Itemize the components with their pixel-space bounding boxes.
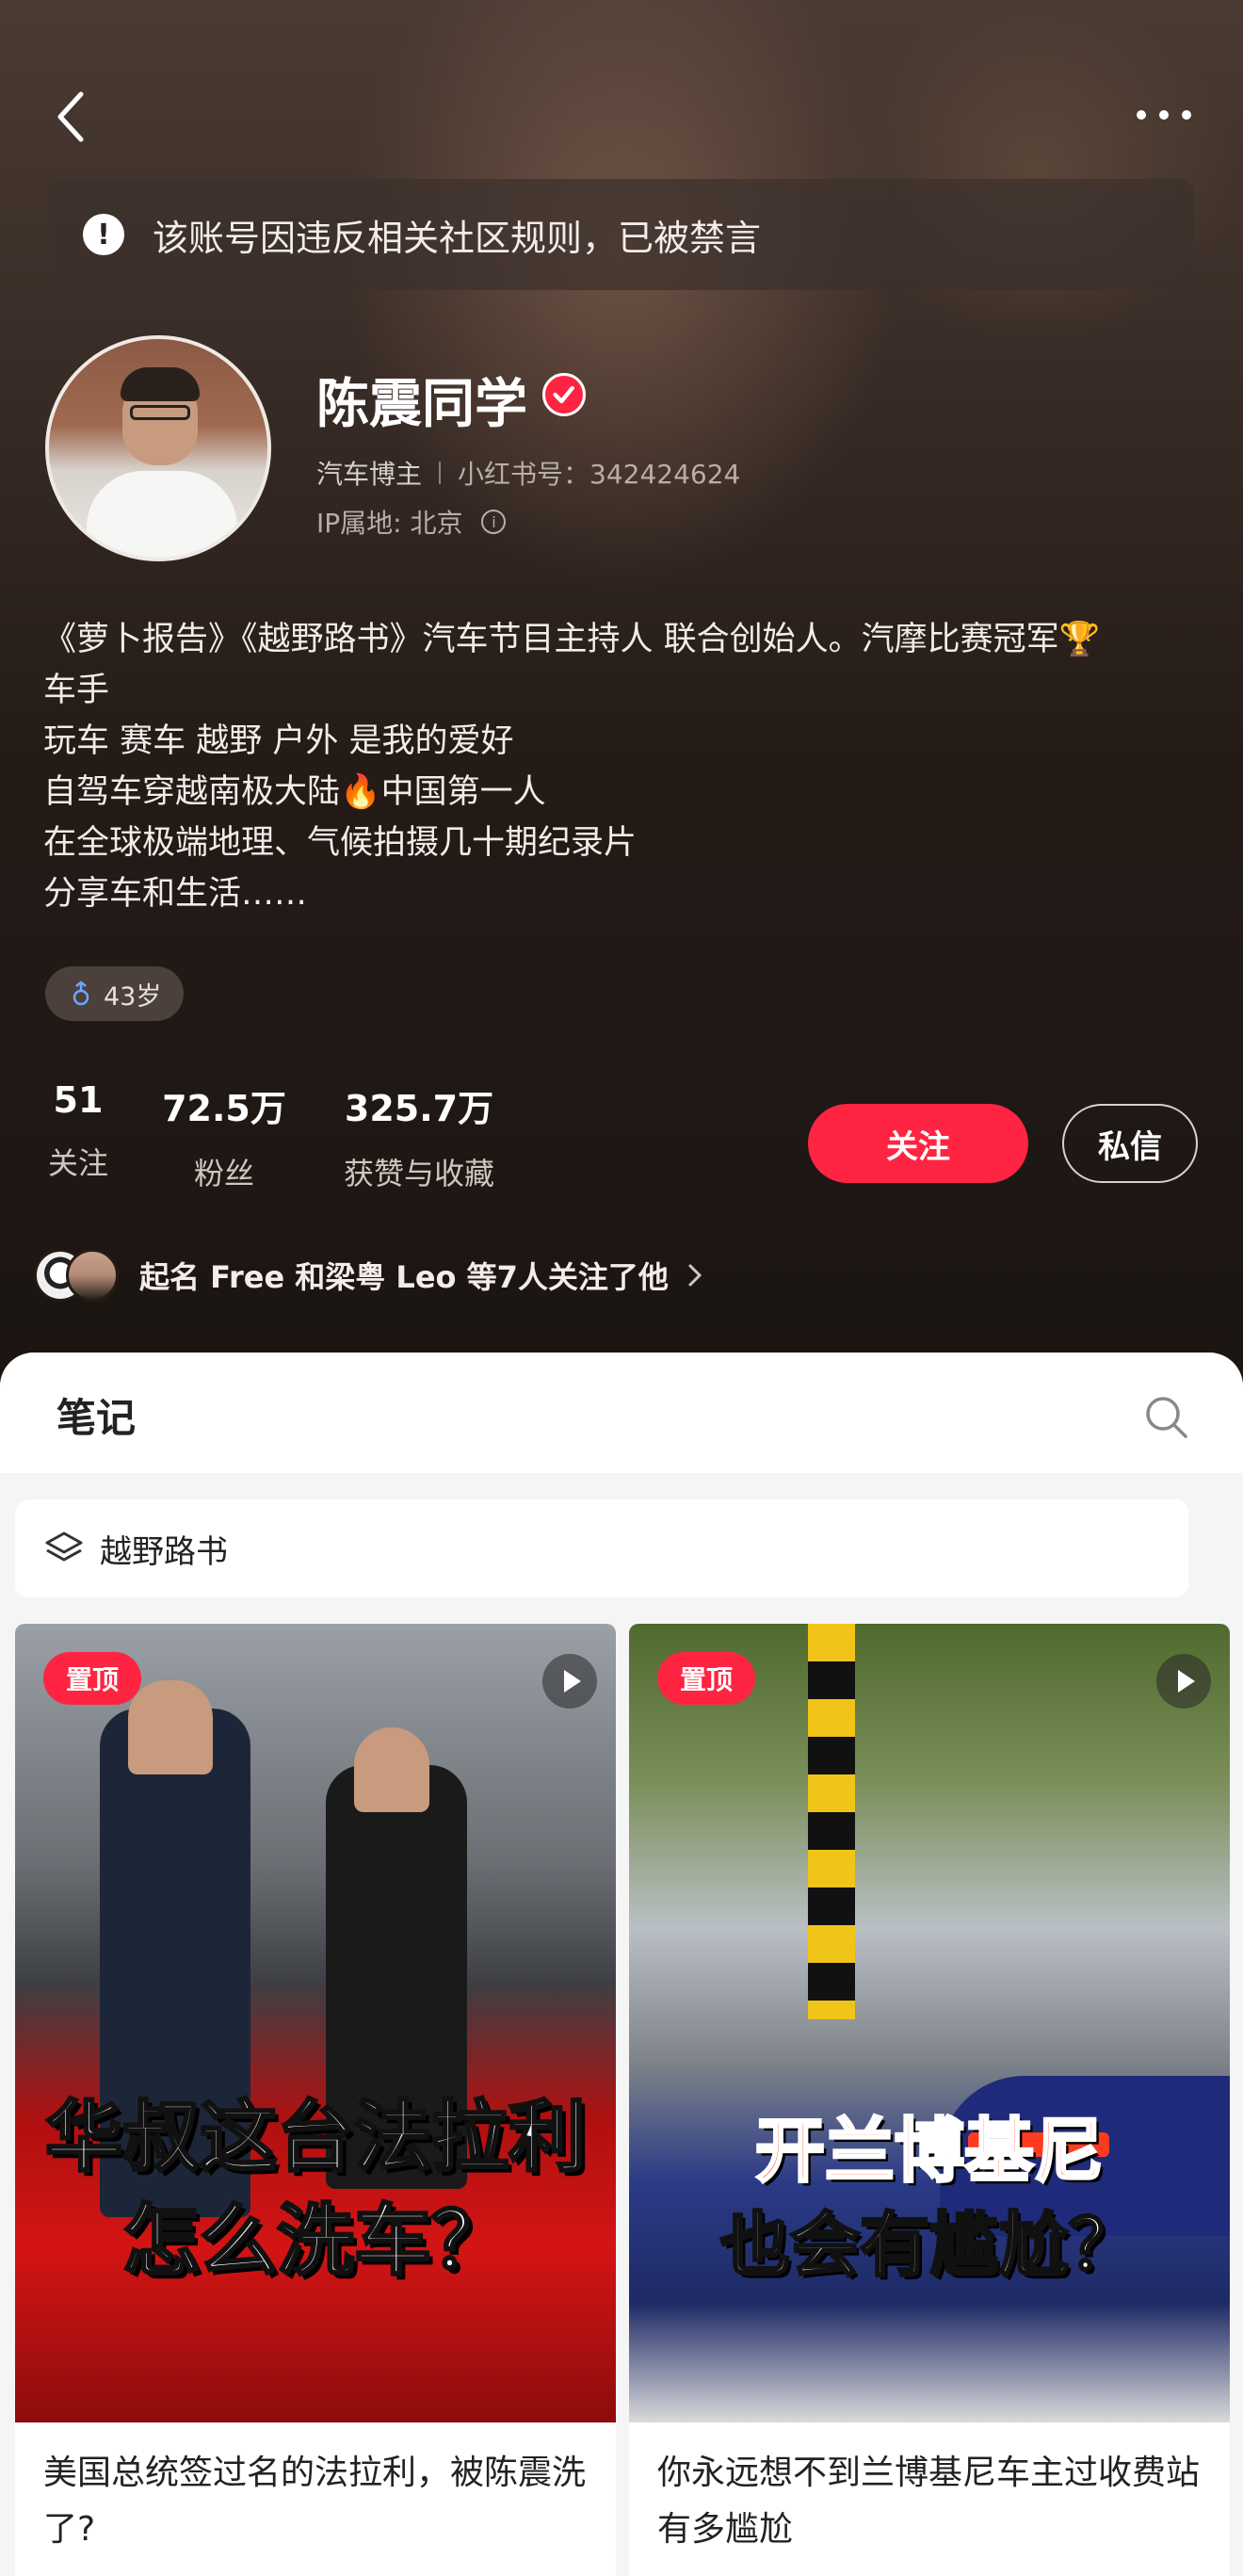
stat-label: 获赞与收藏 (343, 1156, 494, 1191)
back-icon[interactable] (49, 87, 94, 147)
stat-value: 72.5万 (162, 1088, 286, 1129)
search-icon[interactable] (1143, 1394, 1190, 1441)
age-text: 43岁 (104, 981, 162, 1012)
collection-label: 越野路书 (100, 1532, 228, 1571)
pinned-badge: 置顶 (657, 1652, 755, 1705)
bio-line: 分享车和生活…… (43, 875, 308, 913)
play-icon (1156, 1654, 1211, 1709)
ban-notice-banner: ! 该账号因违反相关社区规则，已被禁言 (49, 179, 1194, 290)
profile-bio: 《萝卜报告》《越野路书》汽车节目主持人 联合创始人。汽摩比赛冠军🏆 车手 玩车 … (43, 614, 1211, 919)
notes-sheet: 笔记 越野路书 置顶 华叔这台法拉利 怎么洗车？ 美国总统签过名的法拉利，被陈震… (0, 1353, 1243, 2576)
stat-following[interactable]: 51 关注 (45, 1079, 111, 1183)
info-icon[interactable]: i (481, 510, 507, 534)
stat-value: 325.7万 (344, 1088, 494, 1129)
mutual-followers[interactable]: 起名 Free 和梁粤 Leo 等7人关注了他 (34, 1241, 704, 1309)
tab-notes[interactable]: 笔记 (56, 1386, 136, 1444)
bio-line: 车手 (43, 672, 110, 709)
cover-caption: 开兰博基尼 (754, 2110, 1106, 2194)
ip-location: IP属地: 北京 (316, 508, 463, 539)
layers-icon (45, 1531, 83, 1562)
note-thumbnail: 置顶 华叔这台法拉利 怎么洗车？ (15, 1624, 616, 2422)
stat-followers[interactable]: 72.5万 粉丝 (158, 1079, 290, 1193)
stat-label: 粉丝 (193, 1156, 254, 1191)
note-title: 你永远想不到兰博基尼车主过收费站有多尴尬 (657, 2454, 1201, 2549)
verified-icon (542, 373, 586, 416)
avatar (66, 1249, 119, 1302)
cover-caption: 也会有尴尬？ (719, 2204, 1140, 2288)
alert-icon: ! (83, 214, 124, 255)
bio-line: 自驾车穿越南极大陆🔥中国第一人 (43, 773, 546, 811)
notes-tabbar: 笔记 (0, 1353, 1243, 1473)
note-card[interactable]: 置顶 开兰博基尼 也会有尴尬？ 你永远想不到兰博基尼车主过收费站有多尴尬 (629, 1624, 1230, 2576)
stat-likes-collects[interactable]: 325.7万 获赞与收藏 (331, 1079, 507, 1193)
profile-ip: IP属地: 北京 i (316, 503, 507, 541)
avatar[interactable] (45, 335, 271, 561)
profile-meta: 汽车博主 小红书号：342424624 (316, 454, 740, 492)
divider (439, 462, 442, 484)
note-thumbnail: 置顶 开兰博基尼 也会有尴尬？ (629, 1624, 1230, 2422)
cover-caption: 怎么洗车？ (121, 2195, 509, 2288)
age-tag: 43岁 (45, 966, 185, 1021)
pinned-badge: 置顶 (43, 1652, 141, 1705)
mutual-followers-text: 起名 Free 和梁粤 Leo 等7人关注了他 (139, 1259, 669, 1295)
cover-caption: 华叔这台法拉利 (43, 2092, 587, 2184)
note-title: 美国总统签过名的法拉利，被陈震洗了? (43, 2454, 587, 2549)
more-icon[interactable] (1134, 105, 1194, 124)
note-card[interactable]: 置顶 华叔这台法拉利 怎么洗车？ 美国总统签过名的法拉利，被陈震洗了? (15, 1624, 616, 2576)
follow-button[interactable]: 关注 (808, 1104, 1028, 1183)
profile-name: 陈震同学 (316, 374, 527, 435)
bio-line: 《萝卜报告》《越野路书》汽车节目主持人 联合创始人。汽摩比赛冠军🏆 (43, 621, 1101, 658)
collection-chip[interactable]: 越野路书 (15, 1499, 1188, 1597)
profile-role: 汽车博主 (316, 459, 423, 490)
chevron-right-icon (688, 1264, 702, 1287)
male-icon (73, 980, 89, 1006)
bio-line: 玩车 赛车 越野 户外 是我的爱好 (43, 722, 514, 760)
stat-value: 51 (53, 1079, 104, 1121)
play-icon (542, 1654, 597, 1709)
message-button[interactable]: 私信 (1062, 1104, 1198, 1183)
stat-label: 关注 (47, 1145, 108, 1181)
profile-id: 小红书号：342424624 (458, 459, 741, 490)
ban-notice-text: 该账号因违反相关社区规则，已被禁言 (153, 217, 762, 259)
bio-line: 在全球极端地理、气候拍摄几十期纪录片 (43, 824, 638, 862)
